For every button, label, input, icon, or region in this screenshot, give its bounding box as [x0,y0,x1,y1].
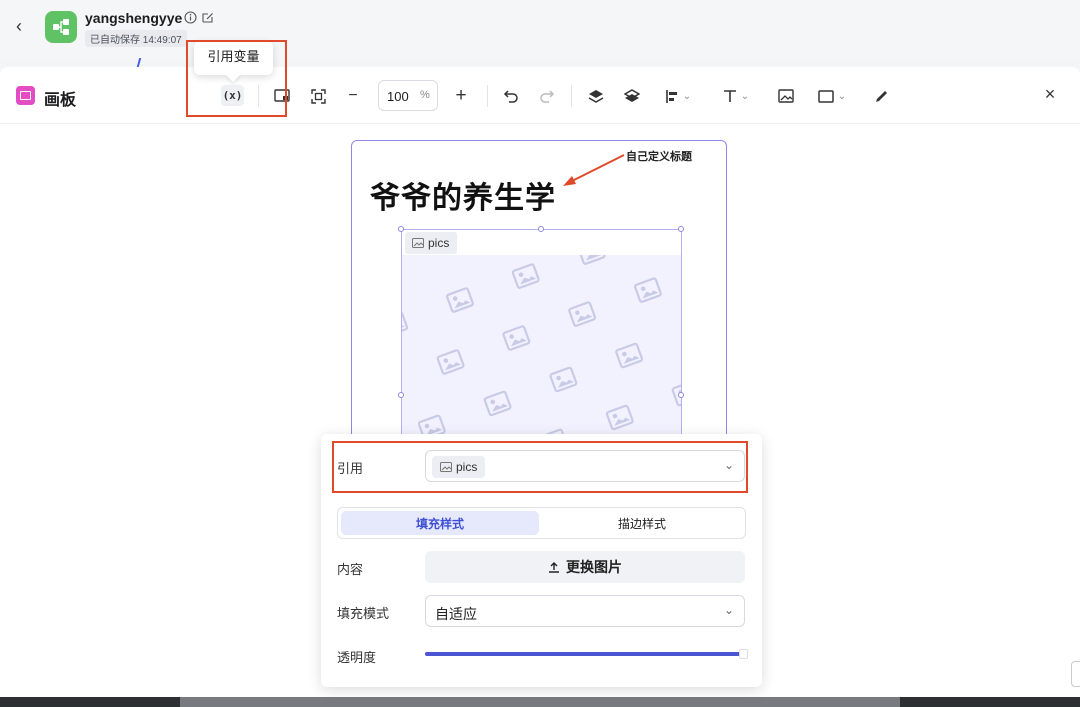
image-pattern [402,255,681,439]
annotation-text: 自己定义标题 [626,151,692,163]
opacity-slider-thumb[interactable] [739,649,748,659]
image-icon [412,238,424,248]
cursor-mark [136,58,142,67]
annotation-arrow [563,154,625,186]
image-placeholder[interactable]: pics [401,229,682,440]
resize-handle[interactable] [398,226,404,232]
tab-stroke-style[interactable]: 描边样式 [542,511,742,535]
canvas-icon [16,86,35,105]
resize-handle[interactable] [678,226,684,232]
app-flow-icon [45,11,77,43]
bottom-strip-fill [180,697,900,707]
toolbar: 画板 (x) − 100 % + ⌄ ⌄ ⌄ × [0,67,1080,124]
bottom-strip [0,697,1080,707]
info-icon[interactable] [184,11,197,24]
fill-mode-label: 填充模式 [337,606,390,621]
autosave-status: 已自动保存 14:49:07 [85,30,187,47]
zoom-input[interactable]: 100 % [378,80,438,111]
content-label: 内容 [337,562,364,577]
top-bar: ‹ yangshengyye 已自动保存 14:49:07 [0,0,1080,58]
resize-handle[interactable] [538,226,544,232]
opacity-slider[interactable] [425,652,744,656]
image-variable-chip: pics [405,232,458,254]
divider [487,85,488,107]
zoom-value: 100 [387,89,409,104]
resize-handle[interactable] [678,392,684,398]
redo-icon[interactable] [538,85,556,107]
pen-icon[interactable] [872,85,890,107]
image-icon[interactable] [777,85,795,107]
app-name: yangshengyye [85,10,183,26]
fit-screen-icon[interactable] [309,85,327,107]
chevron-down-icon: ⌄ [740,90,750,102]
resize-handle[interactable] [398,392,404,398]
zoom-unit: % [420,89,430,101]
send-back-icon[interactable] [623,85,641,107]
close-button[interactable]: × [1040,84,1060,106]
tab-fill-style[interactable]: 填充样式 [341,511,539,535]
chevron-down-icon: ⌄ [682,90,692,102]
upload-icon [549,562,559,573]
chevron-down-icon: ⌄ [837,90,847,102]
shape-dropdown[interactable]: ⌄ [814,85,850,107]
fill-mode-value: 自适应 [435,606,477,622]
zoom-in-button[interactable]: + [452,85,470,107]
align-dropdown[interactable]: ⌄ [660,85,696,107]
undo-icon[interactable] [502,85,520,107]
bring-front-icon[interactable] [587,85,605,107]
opacity-label: 透明度 [337,650,377,665]
zoom-out-button[interactable]: − [344,85,362,107]
replace-image-label: 更换图片 [566,559,622,575]
edit-icon[interactable] [201,11,214,24]
highlight-box [332,441,748,493]
text-dropdown[interactable]: ⌄ [717,85,755,107]
highlight-box [186,40,287,117]
side-scroll-handle[interactable] [1071,661,1080,687]
chevron-down-icon: ⌄ [723,603,734,617]
panel-title: 画板 [44,92,77,109]
fill-mode-select[interactable]: 自适应 ⌄ [425,595,745,627]
replace-image-button[interactable]: 更换图片 [425,551,745,583]
back-button[interactable]: ‹ [16,16,34,36]
image-variable-label: pics [428,236,450,250]
card-title[interactable]: 爷爷的养生学 [370,173,556,217]
divider [571,85,572,107]
style-tabs: 填充样式 描边样式 [337,507,746,539]
